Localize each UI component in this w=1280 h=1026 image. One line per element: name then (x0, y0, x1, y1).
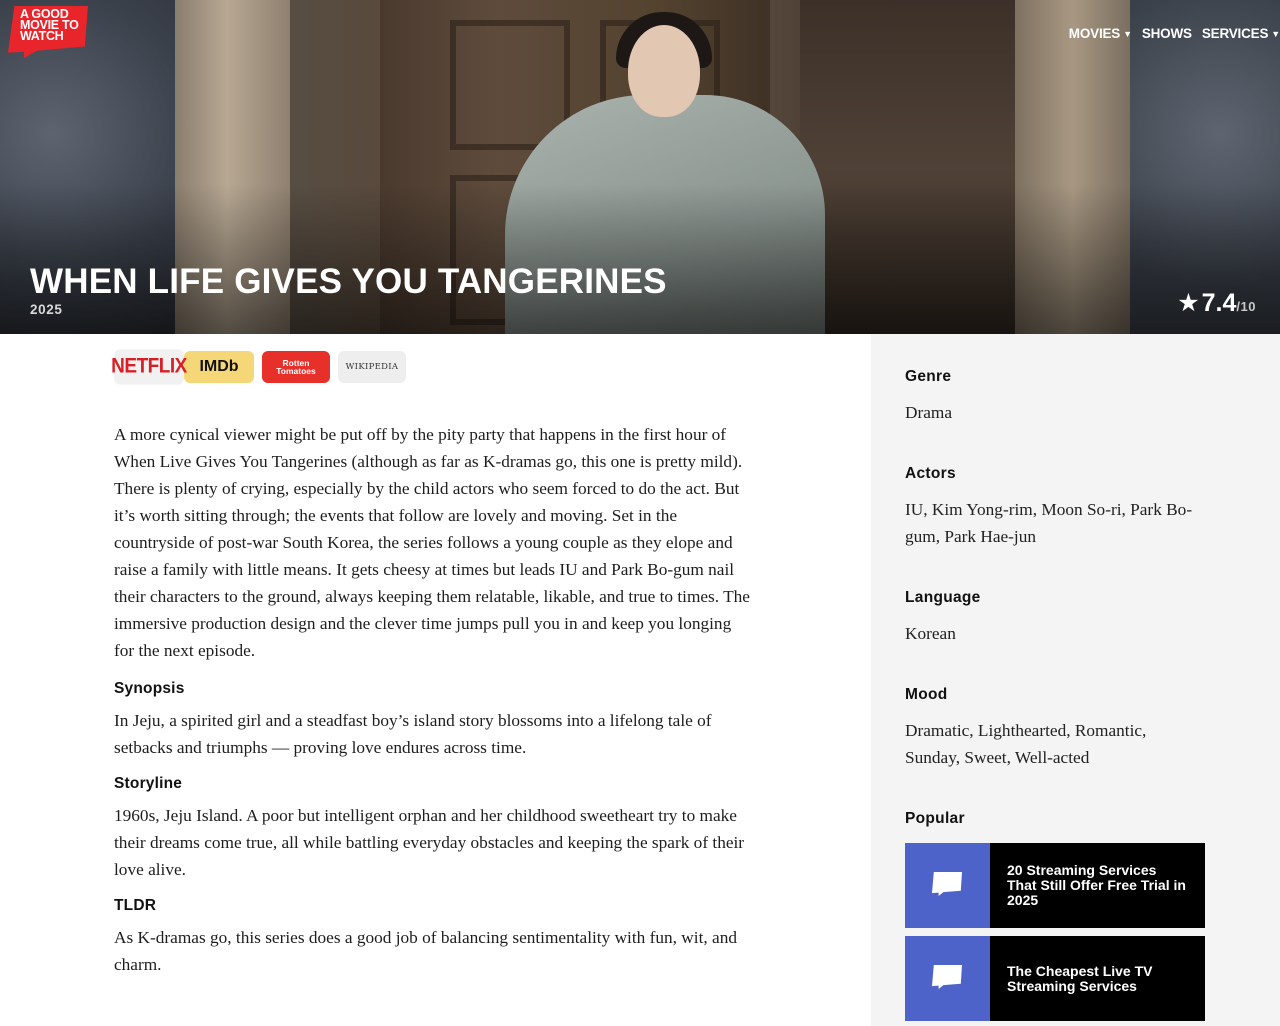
nav-services[interactable]: SERVICES ▼ (1202, 26, 1280, 41)
popular-heading: Popular (905, 810, 965, 827)
article-thumbnail (905, 936, 990, 1021)
netflix-link[interactable]: NETFLIX (111, 349, 187, 385)
main-content: A more cynical viewer might be put off b… (114, 421, 754, 992)
nav-movies[interactable]: MOVIES ▼ (1069, 26, 1132, 41)
mood-heading: Mood (905, 686, 948, 703)
source-links: NETFLIX IMDb Rotten Tomatoes WIKIPEDIA (111, 349, 406, 385)
storyline-heading: Storyline (114, 775, 183, 792)
nav-shows-label: SHOWS (1141, 26, 1192, 41)
site-logo[interactable]: A GOOD MOVIE TO WATCH (8, 6, 88, 58)
mood-block: Mood Dramatic, Lighthearted, Romantic, S… (905, 686, 1205, 771)
language-block: Language Korean (905, 589, 1205, 647)
hero-actor-face (628, 25, 700, 117)
rating-score: ★ 7.4 /10 (1177, 288, 1256, 318)
article-thumbnail (905, 843, 990, 928)
logo-line-3: WATCH (20, 29, 64, 43)
storyline-section: Storyline 1960s, Jeju Island. A poor but… (114, 775, 754, 883)
hero-banner: A GOOD MOVIE TO WATCH MOVIES ▼ SHOWS SER… (0, 0, 1280, 334)
tldr-text: As K-dramas go, this series does a good … (114, 928, 737, 974)
site-logo-icon (932, 965, 962, 989)
page-title: WHEN LIFE GIVES YOU TANGERINES (30, 262, 667, 301)
genre-value: Drama (905, 403, 953, 422)
synopsis-text: In Jeju, a spirited girl and a steadfast… (114, 711, 712, 757)
wikipedia-link[interactable]: WIKIPEDIA (338, 351, 406, 383)
site-logo-icon (932, 872, 962, 896)
rating-scale: /10 (1236, 299, 1256, 314)
hero-gradient-overlay (0, 184, 1280, 334)
actors-block: Actors IU, Kim Yong-rim, Moon So-ri, Par… (905, 465, 1205, 550)
rotten-tomatoes-link[interactable]: Rotten Tomatoes (262, 351, 330, 383)
language-heading: Language (905, 589, 981, 606)
synopsis-section: Synopsis In Jeju, a spirited girl and a … (114, 680, 754, 761)
article-title: The Cheapest Live TV Streaming Services (1007, 962, 1153, 994)
rating-value: 7.4 (1201, 289, 1237, 317)
main-nav: MOVIES ▼ SHOWS SERVICES ▼ (1069, 26, 1280, 41)
popular-block: Popular (905, 810, 1205, 828)
caret-down-icon: ▼ (1271, 28, 1280, 39)
rt-logo-text: Rotten Tomatoes (276, 359, 316, 376)
popular-article-card[interactable]: The Cheapest Live TV Streaming Services (905, 936, 1205, 1021)
nav-movies-label: MOVIES (1068, 26, 1121, 41)
star-icon: ★ (1177, 289, 1200, 317)
genre-block: Genre Drama (905, 368, 1205, 426)
popular-article-card[interactable]: 20 Streaming Services That Still Offer F… (905, 843, 1205, 928)
storyline-text: 1960s, Jeju Island. A poor but intellige… (114, 806, 745, 879)
article-title: 20 Streaming Services That Still Offer F… (1007, 862, 1186, 908)
genre-heading: Genre (905, 368, 952, 385)
review-text: A more cynical viewer might be put off b… (114, 425, 750, 660)
caret-down-icon: ▼ (1123, 28, 1132, 39)
mood-value: Dramatic, Lighthearted, Romantic, Sunday… (905, 721, 1147, 767)
nav-shows[interactable]: SHOWS (1142, 26, 1192, 41)
logo-text: A GOOD MOVIE TO WATCH (20, 8, 90, 43)
imdb-link[interactable]: IMDb (184, 351, 254, 383)
actors-value: IU, Kim Yong-rim, Moon So-ri, Park Bo-gu… (905, 500, 1193, 546)
tldr-heading: TLDR (114, 897, 157, 914)
rt-line-2: Tomatoes (276, 366, 316, 376)
synopsis-heading: Synopsis (114, 680, 185, 697)
tldr-section: TLDR As K-dramas go, this series does a … (114, 897, 754, 978)
release-year: 2025 (30, 302, 63, 317)
details-sidebar: Genre Drama Actors IU, Kim Yong-rim, Moo… (871, 334, 1280, 1026)
actors-heading: Actors (905, 465, 956, 482)
nav-services-label: SERVICES (1201, 26, 1269, 41)
language-value: Korean (905, 624, 956, 643)
